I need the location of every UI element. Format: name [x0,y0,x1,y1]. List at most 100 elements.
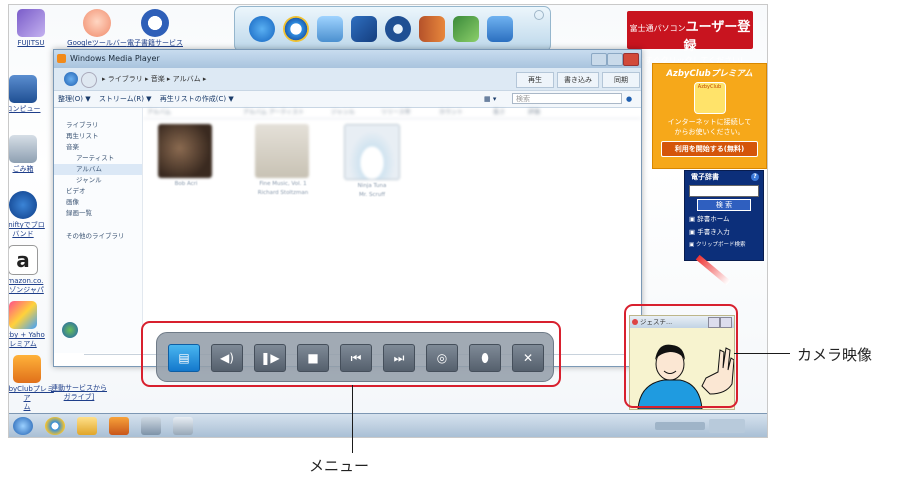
desktop-icon-label: Azby + Yaho [9,331,45,339]
column-header[interactable]: ジャンル [331,108,355,118]
desktop-icon-linked-service[interactable]: 連動サービスから ガライブ] [49,384,109,402]
tab-burn[interactable]: 書き込み [557,72,599,88]
column-headers: アルバム アルバム アーティスト ジャンル リリース年 カウント 長さ 評価 [143,108,641,119]
user-registration-banner[interactable]: 富士通パソコンユーザー登録 今すぐクリックしてください! [627,11,753,65]
desktop-icon-label: バンド [12,230,34,238]
column-header[interactable]: リリース年 [381,108,411,118]
at-mail-icon[interactable] [249,16,275,42]
maximize-button[interactable] [607,53,623,66]
quick-launch-bar [234,6,551,52]
create-playlist-menu[interactable]: 再生リストの作成(C) ▼ [160,95,234,103]
nav-album[interactable]: アルバム [54,164,142,175]
desktop-icon-label: レミアム [9,340,37,348]
dictionary-home-item[interactable]: ▣ 辞書ホーム [685,213,763,226]
system-tray-icons[interactable] [655,422,705,430]
network-icon[interactable] [453,16,479,42]
desktop-icon-computer[interactable]: コンピュー [8,75,53,114]
tab-play[interactable]: 再生 [516,72,554,88]
dictionary-widget: 電子辞書 ? 検 索 ▣ 辞書ホーム ▣ 手書き入力 ▣ クリップボード検索 [684,170,764,261]
album-artist: Mr. Scruff [358,192,386,198]
azbyclub-premium-ad[interactable]: AzbyClubプレミアム AzbyClub インターネットに接続して からお使… [652,63,767,169]
clipboard-search-item[interactable]: ▣ クリップボード検索 [685,239,763,252]
taskbar [9,413,767,437]
forward-button[interactable] [81,72,97,88]
ad-start-button[interactable]: 利用を開始する(無料) [661,141,758,157]
taskbar-app-icon[interactable] [141,417,161,435]
search-input[interactable]: 検索 [512,93,622,104]
clipboard-search-label: クリップボード検索 [695,242,746,248]
breadcrumb[interactable]: ▸ ライブラリ ▸ 音楽 ▸ アルバム ▸ [102,68,206,90]
desktop-icon-nifty[interactable]: @niftyでブロ バンド [8,191,53,239]
internet-explorer-icon[interactable] [283,16,309,42]
taskbar-ie-icon[interactable] [45,417,65,435]
desktop-icon-label: ガライブ] [63,393,95,401]
tab-sync[interactable]: 同期 [602,72,640,88]
column-header[interactable]: アルバム アーティスト [243,108,304,118]
nav-recorded[interactable]: 録画一覧 [54,208,142,219]
clock[interactable] [709,419,745,433]
handwriting-item[interactable]: ▣ 手書き入力 [685,226,763,239]
back-button[interactable] [64,72,78,86]
nav-playlist[interactable]: 再生リスト [54,131,142,142]
fujitsu-icon [17,9,45,37]
minimize-button[interactable] [591,53,607,66]
desktop-icon-ebook[interactable]: 電子書籍サービス [125,9,185,48]
dictionary-title: 電子辞書 [691,173,719,181]
nav-picture[interactable]: 画像 [54,197,142,208]
start-button[interactable] [13,417,33,435]
album-tile[interactable]: Ninja Tuna Mr. Scruff [344,124,400,198]
help-icon[interactable]: ? [751,173,759,181]
desktop-icon-recycle-bin[interactable]: ごみ箱 [9,135,53,174]
desktop-icon-label: 連動サービスから [51,384,107,392]
album-art [344,124,400,180]
taskbar-media-player-icon[interactable] [109,417,129,435]
dictionary-search-input[interactable] [689,185,759,197]
nav-artist[interactable]: アーティスト [54,153,142,164]
column-header[interactable]: 長さ [493,108,505,118]
ad-body-line2: からお使いください。 [674,128,745,136]
wmp-title-bar: Windows Media Player [54,50,641,68]
nav-library[interactable]: ライブラリ [54,120,142,131]
wmp-library-pane: ライブラリ 再生リスト 音楽 アーティスト アルバム ジャンル ビデオ 画像 録… [54,108,143,353]
window-close-button[interactable] [623,53,639,66]
wmp-toolbar: 整理(O) ▼ ストリーム(R) ▼ 再生リストの作成(C) ▼ ▦ ▾ 検索 … [54,90,641,108]
desktop-icon-label: @niftyでブロ [8,221,45,229]
column-header[interactable]: アルバム [147,108,171,118]
help-icon[interactable]: ● [626,91,632,107]
taskbar-explorer-icon[interactable] [77,417,97,435]
column-header[interactable]: 評価 [528,108,540,118]
azby-yahoo-icon [9,301,37,329]
album-art [255,124,309,178]
recycle-bin-icon [9,135,37,163]
notebook-icon[interactable] [351,16,377,42]
view-options-icon[interactable]: ▦ ▾ [484,91,496,107]
camera-highlight-box [624,304,738,408]
menu-annotation-label: メニュー [309,457,370,475]
desktop-icon-fujitsu[interactable]: FUJITSU [9,9,61,48]
desktop-icon-amazon[interactable]: a Amazon.co. マゾンジャパ [9,245,53,295]
column-header[interactable]: カウント [439,108,463,118]
organize-menu[interactable]: 整理(O) ▼ [58,95,91,103]
nav-other-libraries[interactable]: その他のライブラリ [54,231,142,242]
globe-icon[interactable] [62,322,78,338]
book-icon[interactable] [419,16,445,42]
dictionary-search-button[interactable]: 検 索 [697,199,751,211]
desktop-icon-azby-yahoo[interactable]: Azby + Yaho レミアム [9,301,53,349]
folder-icon[interactable] [317,16,343,42]
ad-body-line1: インターネットに接続して [667,118,752,126]
album-tile[interactable]: Bob Acri [158,124,214,190]
nav-genre[interactable]: ジャンル [54,175,142,186]
desktop-icon-google-toolbar[interactable]: Googleツールバー [67,9,127,48]
nav-music[interactable]: 音楽 [54,142,142,153]
monitor-heart-icon[interactable] [487,16,513,42]
nav-video[interactable]: ビデオ [54,186,142,197]
album-tile[interactable]: Fine Music, Vol. 1 Richard Stoltzman [255,124,311,196]
dictionary-home-label: 辞書ホーム [697,215,730,223]
stream-menu[interactable]: ストリーム(R) ▼ [99,95,152,103]
quick-bar-settings-icon[interactable] [534,10,544,20]
desktop-icon-label: マゾンジャパ [9,286,44,294]
album-title: Bob Acri [174,181,198,187]
desktop-icon-label: コンピュー [8,105,41,113]
webcam-icon[interactable] [385,16,411,42]
taskbar-gesture-icon[interactable] [173,417,193,435]
